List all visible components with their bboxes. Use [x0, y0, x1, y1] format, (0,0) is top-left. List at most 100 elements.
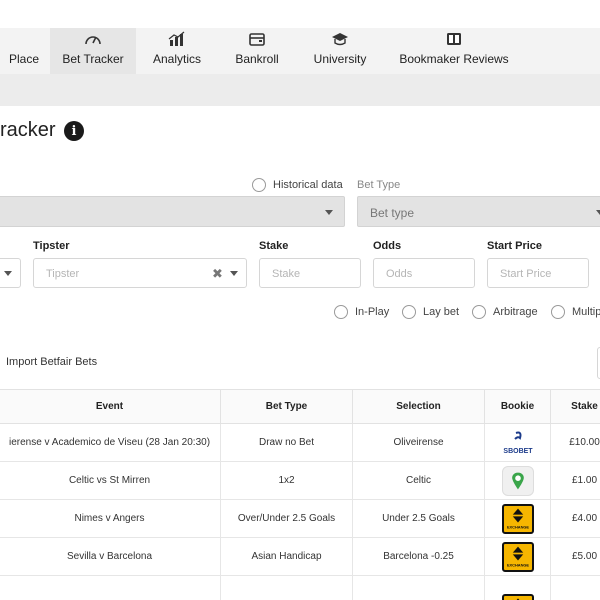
bookie-cell: SBOBET — [484, 423, 551, 462]
header-stake[interactable]: Stake — [550, 389, 600, 424]
bet-type-cell: Draw no Bet — [220, 423, 353, 462]
bookie-cell — [484, 575, 551, 600]
bookie-cell: EXCHANGE — [484, 499, 551, 538]
event-cell: Sevilla v Barcelona — [0, 537, 221, 576]
bet-type-cell: 1x2 — [220, 461, 353, 500]
bets-table: Event Bet Type Selection Bookie Stake ie… — [0, 389, 600, 600]
nav-tab-university[interactable]: University — [304, 28, 376, 74]
event-cell: Nimes v Angers — [0, 499, 221, 538]
historical-data-label: Historical data — [273, 179, 343, 191]
nav-tab-university-label: University — [313, 52, 367, 66]
nav-tab-place-label: Place — [8, 52, 40, 66]
start-price-label: Start Price — [487, 240, 543, 252]
betfair-logo-icon: EXCHANGE — [501, 541, 534, 572]
selection-cell: Under 2.5 Goals — [352, 499, 485, 538]
sub-toolbar — [0, 74, 600, 106]
tipster-select[interactable]: Tipster ✖ — [33, 258, 247, 288]
stake-cell: £5.00 — [550, 537, 600, 576]
bet-type-cell: Asian Handicap — [220, 537, 353, 576]
bookie-cell — [484, 461, 551, 500]
nav-tab-analytics[interactable]: Analytics — [142, 28, 212, 74]
table-header-row: Event Bet Type Selection Bookie Stake — [0, 389, 600, 424]
header-selection[interactable]: Selection — [352, 389, 485, 424]
main-nav: Place Bet Tracker Analytics Bankroll Uni… — [0, 28, 600, 74]
gauge-icon — [85, 36, 101, 45]
nav-tab-bankroll-label: Bankroll — [235, 52, 279, 66]
table-row[interactable] — [0, 575, 600, 600]
nav-tab-bet-tracker-label: Bet Tracker — [62, 52, 124, 66]
top-bar — [0, 0, 600, 28]
bet-type-placeholder: Bet type — [370, 206, 415, 220]
odds-placeholder: Odds — [386, 268, 413, 280]
bet-type-cell — [220, 575, 353, 600]
event-select[interactable] — [0, 196, 345, 227]
event-cell — [0, 575, 221, 600]
in-play-label: In-Play — [355, 306, 390, 318]
stake-input[interactable]: Stake — [259, 258, 361, 288]
chevron-down-icon — [325, 210, 333, 215]
betfair-logo-text: EXCHANGE — [506, 524, 528, 529]
betfair-logo-icon: EXCHANGE — [501, 503, 534, 534]
table-row[interactable]: Nimes v Angers Over/Under 2.5 Goals Unde… — [0, 499, 600, 538]
stake-placeholder: Stake — [272, 268, 301, 280]
nav-tab-bet-tracker[interactable]: Bet Tracker — [50, 28, 136, 74]
map-pin-logo-icon — [501, 465, 534, 496]
bet-type-label: Bet Type — [357, 179, 401, 191]
stake-cell: £4.00 — [550, 499, 600, 538]
page-title: racker — [0, 119, 56, 141]
bookie-cell: EXCHANGE — [484, 537, 551, 576]
chevron-down-icon — [4, 271, 12, 276]
table-row[interactable]: Celtic vs St Mirren 1x2 Celtic £1.00 — [0, 461, 600, 500]
odds-label: Odds — [373, 240, 402, 252]
header-bet-type[interactable]: Bet Type — [220, 389, 353, 424]
start-price-input[interactable]: Start Price — [487, 258, 589, 288]
lay-bet-radio[interactable] — [402, 305, 416, 319]
selection-cell — [352, 575, 485, 600]
sbobet-logo-text: SBOBET — [503, 448, 533, 455]
arbitrage-label: Arbitrage — [493, 306, 538, 318]
nav-tab-analytics-label: Analytics — [152, 52, 202, 66]
bar-chart-icon — [168, 31, 185, 46]
event-cell: Celtic vs St Mirren — [0, 461, 221, 500]
import-betfair-bets-button[interactable]: Import Betfair Bets — [6, 356, 97, 368]
previous-field-select[interactable] — [0, 258, 21, 288]
wallet-icon — [249, 33, 265, 46]
chevron-down-icon — [596, 210, 600, 215]
nav-tab-bookmaker-reviews[interactable]: Bookmaker Reviews — [394, 28, 514, 74]
sbobet-logo-icon: SBOBET — [501, 427, 534, 458]
chevron-down-icon — [230, 271, 238, 276]
historical-data-radio[interactable] — [252, 178, 266, 192]
selection-cell: Oliveirense — [352, 423, 485, 462]
start-price-placeholder: Start Price — [500, 268, 552, 280]
stake-label: Stake — [259, 240, 289, 252]
event-cell: ierense v Academico de Viseu (28 Jan 20:… — [0, 423, 221, 462]
nav-tab-bookmaker-reviews-label: Bookmaker Reviews — [399, 52, 509, 66]
header-event[interactable]: Event — [0, 389, 221, 424]
stake-cell — [550, 575, 600, 600]
stake-cell: £1.00 — [550, 461, 600, 500]
header-bookie[interactable]: Bookie — [484, 389, 551, 424]
odds-input[interactable]: Odds — [373, 258, 475, 288]
multiple-radio[interactable] — [551, 305, 565, 319]
table-row[interactable]: ierense v Academico de Viseu (28 Jan 20:… — [0, 423, 600, 462]
multiple-label: Multip — [572, 306, 600, 318]
selection-cell: Barcelona -0.25 — [352, 537, 485, 576]
tipster-placeholder: Tipster — [46, 268, 80, 280]
lay-bet-label: Lay bet — [423, 306, 460, 318]
arbitrage-radio[interactable] — [472, 305, 486, 319]
book-icon — [447, 33, 461, 45]
in-play-radio[interactable] — [334, 305, 348, 319]
stake-cell: £10.00 — [550, 423, 600, 462]
selection-cell: Celtic — [352, 461, 485, 500]
table-row[interactable]: Sevilla v Barcelona Asian Handicap Barce… — [0, 537, 600, 576]
tipster-label: Tipster — [33, 240, 70, 252]
clear-icon[interactable]: ✖ — [212, 266, 223, 282]
bet-type-cell: Over/Under 2.5 Goals — [220, 499, 353, 538]
betfair-logo-text: EXCHANGE — [506, 562, 528, 567]
info-icon[interactable]: i — [64, 121, 84, 141]
nav-tab-place[interactable]: Place — [0, 28, 56, 74]
nav-tab-bankroll[interactable]: Bankroll — [224, 28, 290, 74]
bet-type-select[interactable]: Bet type — [357, 196, 600, 227]
betfair-logo-icon — [501, 594, 534, 600]
graduation-cap-icon — [332, 33, 348, 46]
